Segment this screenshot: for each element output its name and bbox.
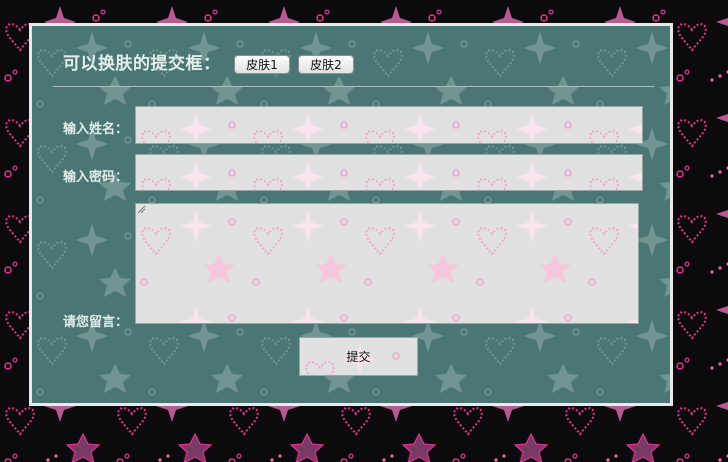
submit-button[interactable]: 提交 [299, 337, 418, 376]
message-textarea[interactable] [136, 204, 638, 323]
password-label: 输入密码： [63, 170, 129, 185]
submit-label: 提交 [346, 350, 371, 364]
name-input[interactable] [136, 107, 642, 143]
message-label: 请您留言： [63, 315, 129, 330]
password-field-box [135, 154, 643, 191]
password-input[interactable] [136, 155, 642, 190]
name-field-box [135, 106, 643, 144]
skin-2-button[interactable]: 皮肤2 [298, 55, 354, 74]
title-divider [53, 86, 654, 87]
skin-1-button[interactable]: 皮肤1 [234, 55, 290, 74]
message-field-box [135, 203, 639, 324]
form-panel: 可以换肤的提交框： 皮肤1 皮肤2 输入姓名： 输入密码： 请您留言： 提交 [29, 23, 673, 406]
form-title: 可以换肤的提交框： [63, 54, 221, 74]
name-label: 输入姓名： [63, 122, 129, 137]
